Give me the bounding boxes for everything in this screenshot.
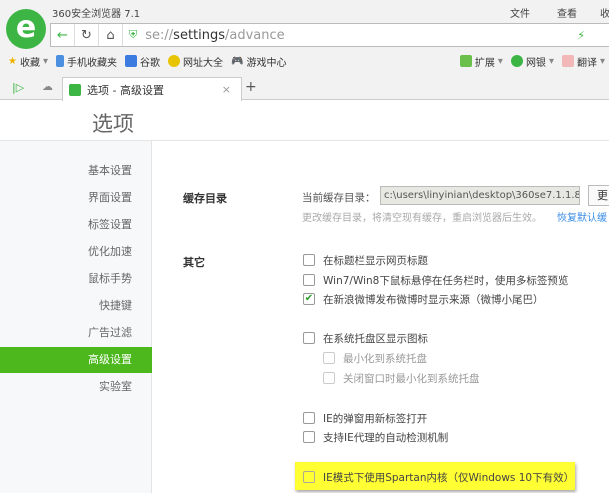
phone-icon <box>56 55 64 67</box>
tab-close-icon[interactable]: × <box>222 83 231 96</box>
menu-file[interactable]: 文件 <box>510 5 530 20</box>
menu-view[interactable]: 查看 <box>557 5 577 20</box>
reload-icon[interactable]: ↻ <box>75 24 99 46</box>
bookmark-hao360[interactable]: 网址大全 <box>168 54 223 69</box>
url-text[interactable]: se://settings/advance <box>145 28 284 43</box>
tab-settings[interactable]: 选项 - 高级设置 × <box>62 77 242 101</box>
tab-label: 选项 - 高级设置 <box>87 83 164 97</box>
option-label[interactable]: 支持IE代理的自动检测机制 <box>323 430 448 445</box>
sidebar-item-lab[interactable]: 实验室 <box>0 374 152 400</box>
sidebar-item-optimize[interactable]: 优化加速 <box>0 239 152 265</box>
star-icon: ★ <box>8 55 17 67</box>
option-checkbox[interactable] <box>303 471 315 483</box>
shield-icon: ⛨ <box>129 28 138 41</box>
bookmark-games[interactable]: 🎮 游戏中心 <box>231 54 286 69</box>
cache-label: 缓存目录 <box>183 192 227 205</box>
option-label[interactable]: 在标题栏显示网页标题 <box>323 253 428 268</box>
sidebar-item-shortcuts[interactable]: 快捷键 <box>0 293 152 319</box>
sidebar-item-interface[interactable]: 界面设置 <box>0 185 152 211</box>
cache-path-input[interactable]: c:\users\linyinian\desktop\360se7.1.1.80… <box>380 186 580 205</box>
option-checkbox[interactable] <box>303 332 315 344</box>
sidebar-item-adblock[interactable]: 广告过滤 <box>0 320 152 346</box>
change-cache-button[interactable]: 更 <box>588 185 609 206</box>
gamepad-icon: 🎮 <box>231 55 244 67</box>
page-title: 选项 <box>92 112 134 136</box>
extensions-button[interactable]: 扩展 ▾ <box>459 54 503 69</box>
tab-strip: |▷ ☁ 选项 - 高级设置 × + <box>0 76 609 101</box>
other-label: 其它 <box>183 256 205 269</box>
home-icon[interactable]: ⌂ <box>99 24 123 46</box>
bank-button[interactable]: 网银 ▾ <box>510 54 554 69</box>
back-icon[interactable]: ← <box>51 24 75 46</box>
sidebar-toggle-icon[interactable]: |▷ <box>12 81 24 94</box>
option-checkbox[interactable] <box>303 431 315 443</box>
option-label[interactable]: IE模式下使用Spartan内核（仅Windows 10下有效） <box>323 470 574 485</box>
translate-button[interactable]: 翻译 ▾ <box>561 54 605 69</box>
bookmark-mobile[interactable]: 手机收藏夹 <box>56 54 117 69</box>
option-label[interactable]: 在系统托盘区显示图标 <box>323 331 428 346</box>
hao360-icon <box>168 55 180 67</box>
window-title: 360安全浏览器 7.1 <box>52 9 141 20</box>
settings-sidebar: 基本设置 界面设置 标签设置 优化加速 鼠标手势 快捷键 广告过滤 高级设置 实… <box>0 141 152 493</box>
option-checkbox[interactable] <box>303 412 315 424</box>
translate-icon <box>561 55 574 67</box>
wrench-icon <box>69 83 81 96</box>
option-checkbox[interactable] <box>323 352 335 364</box>
extensions-icon <box>459 55 472 67</box>
bookmark-favorites[interactable]: ★ 收藏 ▾ <box>8 54 48 69</box>
bookmark-bar: ★ 收藏 ▾ 手机收藏夹 谷歌 网址大全 🎮 游戏中心 扩展 ▾ 网银 ▾ 翻译 ▾ <box>0 50 609 72</box>
option-label[interactable]: 关闭窗口时最小化到系统托盘 <box>343 371 480 386</box>
option-label[interactable]: 最小化到系统托盘 <box>343 351 427 366</box>
sidebar-item-tabs[interactable]: 标签设置 <box>0 212 152 238</box>
cache-hint: 更改缓存目录，将清空现有缓存，重启浏览器后生效。 <box>302 213 542 224</box>
new-tab-button[interactable]: + <box>245 79 257 95</box>
browser-logo: e <box>6 9 46 49</box>
sidebar-item-basic[interactable]: 基本设置 <box>0 158 152 184</box>
address-bar[interactable]: ← ↻ ⌂ ⛨ se://settings/advance ⚡ <box>50 23 609 47</box>
option-label[interactable]: 在新浪微博发布微博时显示来源（微博小尾巴） <box>323 292 544 307</box>
restore-default-link[interactable]: 恢复默认缓 <box>557 209 607 224</box>
cloud-icon[interactable]: ☁ <box>42 80 53 93</box>
option-checkbox[interactable]: ✔ <box>303 293 315 305</box>
current-cache-label: 当前缓存目录： <box>302 192 376 204</box>
option-checkbox[interactable] <box>303 254 315 266</box>
sidebar-item-gestures[interactable]: 鼠标手势 <box>0 266 152 292</box>
option-label[interactable]: Win7/Win8下鼠标悬停在任务栏时，使用多标签预览 <box>323 273 568 288</box>
sidebar-item-advanced[interactable]: 高级设置 <box>0 347 152 373</box>
option-checkbox[interactable] <box>303 274 315 286</box>
bank-shield-icon <box>510 55 523 67</box>
google-icon <box>125 55 137 67</box>
lightning-icon[interactable]: ⚡ <box>577 29 585 42</box>
option-checkbox[interactable] <box>323 372 335 384</box>
option-label[interactable]: IE的弹窗用新标签打开 <box>323 411 427 426</box>
bookmark-google[interactable]: 谷歌 <box>125 54 160 69</box>
